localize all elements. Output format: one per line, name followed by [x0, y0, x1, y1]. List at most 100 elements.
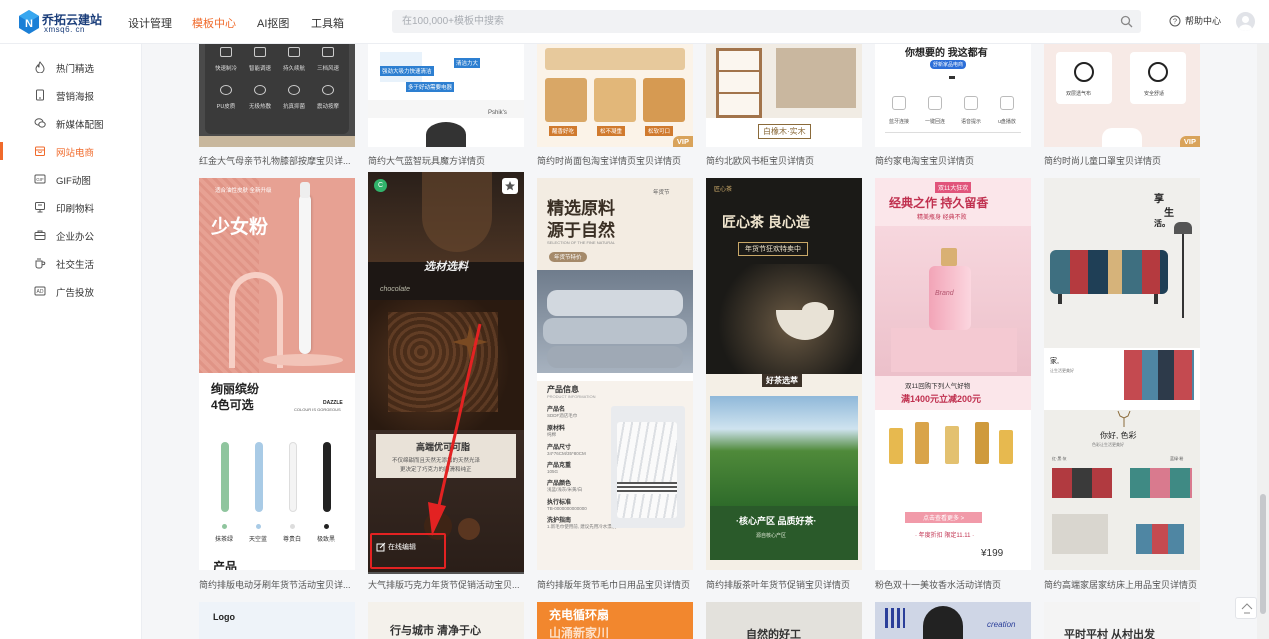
nav-item-label[interactable]: 设计管理	[128, 15, 172, 31]
tea-brand: 匠心茶	[714, 187, 733, 193]
feature-label: 震动按摩	[316, 104, 339, 110]
perfume-price: ¥199	[981, 548, 1004, 559]
template-thumbnail[interactable]: 行与城市 清净于心	[368, 602, 524, 639]
template-thumbnail[interactable]: 匠心茶 匠心茶 良心造 年货节狂欢特卖中 好茶选萃 ·核心产区 品质好茶· 源自…	[706, 178, 862, 570]
template-card[interactable]: 白橡木·实木 简约北欧风书柜宝贝详情页	[706, 44, 862, 169]
perfume-promo-2: 满1400元立减200元	[901, 394, 982, 404]
nav-item-label[interactable]: 模板中心	[192, 15, 236, 31]
template-card[interactable]: 双11大狂欢 经典之作 持久留香 精美瓶身 经典不败 Brand 双11回购下列…	[875, 178, 1031, 594]
template-thumbnail[interactable]: 自然的好工	[706, 602, 862, 639]
template-grid: 快速制冷 智能调速 持久续航 三档风速 PU皮质 无极热敷 抗真抑菌 震动按摩 …	[142, 44, 1257, 639]
template-card[interactable]: 行与城市 清净于心	[368, 602, 524, 639]
template-title[interactable]: 大气排版巧克力年货节促销活动宝贝...	[368, 578, 524, 591]
sidebar-item-hot[interactable]: 热门精选	[0, 56, 142, 78]
template-title[interactable]: 简约排版电动牙刷年货节活动宝贝详...	[199, 578, 355, 591]
search-icon[interactable]	[1120, 15, 1133, 28]
template-title[interactable]: 简约大气蓝智玩具魔方详情页	[368, 154, 524, 167]
template-title[interactable]: 简约排版茶叶年货节促销宝贝详情页	[706, 578, 862, 591]
template-thumbnail[interactable]: 快速制冷 智能调速 持久续航 三档风速 PU皮质 无极热敷 抗真抑菌 震动按摩	[199, 44, 355, 147]
feature-label: 三档风速	[316, 66, 339, 72]
template-title[interactable]: 简约时尚儿童口罩宝贝详情页	[1044, 154, 1200, 167]
sofa-title-1: 享	[1154, 194, 1164, 205]
scrollbar-thumb[interactable]	[1260, 494, 1266, 614]
help-center-link[interactable]: ? 帮助中心	[1169, 14, 1221, 27]
template-title[interactable]: 简约高端家居家纺床上用品宝贝详情页	[1044, 578, 1200, 591]
scrollbar[interactable]	[1257, 44, 1269, 639]
template-card[interactable]: creation	[875, 602, 1031, 639]
online-edit-button[interactable]: 在线编辑	[376, 542, 416, 552]
nav-toolbox[interactable]: 工具箱	[311, 15, 344, 31]
template-thumbnail[interactable]: 醒香好吃 松不凝重 松软可口 VIP	[537, 44, 693, 147]
template-card[interactable]: 平时平村 从村出发	[1044, 602, 1200, 639]
template-card[interactable]: Logo	[199, 602, 355, 639]
toothbrush-side-1: DAZZLE	[323, 400, 343, 406]
template-card[interactable]: 充电循环扇 山涌新家川	[537, 602, 693, 639]
nav-template-center[interactable]: 模板中心	[192, 15, 236, 31]
template-thumbnail[interactable]: 充电循环扇 山涌新家川	[537, 602, 693, 639]
template-card[interactable]: 强劲大吸力快速清洁 清洁力大 多于好动需要电器 Pshik's 简约大气蓝智玩具…	[368, 44, 524, 169]
template-thumbnail[interactable]: 平时平村 从村出发	[1044, 602, 1200, 639]
template-title[interactable]: 简约北欧风书柜宝贝详情页	[706, 154, 862, 167]
feature-label: 无极热敷	[248, 104, 271, 110]
search-bar	[392, 10, 1141, 33]
template-card[interactable]: 自然的好工	[706, 602, 862, 639]
back-to-top-button[interactable]	[1235, 597, 1257, 619]
template-thumbnail[interactable]: 你想要的 我这都有 舒新家品电商 蓝牙连接 一键回连 语音提示 u盘播放	[875, 44, 1031, 147]
template-card[interactable]: 快速制冷 智能调速 持久续航 三档风速 PU皮质 无极热敷 抗真抑菌 震动按摩 …	[199, 44, 355, 169]
template-title[interactable]: 简约时尚面包淘宝详情页宝贝详情页	[537, 154, 693, 167]
edit-icon	[376, 542, 386, 552]
sidebar-item-label: 企业办公	[56, 232, 95, 243]
template-thumbnail[interactable]: 白橡木·实木	[706, 44, 862, 147]
template-thumbnail[interactable]: 享 生 活。 家, 让生活更美好 你好, 色彩 色彩让生活更美好 红·黑·灰 蓝…	[1044, 178, 1200, 570]
search-input[interactable]	[402, 10, 1102, 33]
nav-ai-cutout[interactable]: AI抠图	[257, 15, 289, 31]
template-title[interactable]: 简约排版年货节毛巾日用品宝贝详情页	[537, 578, 693, 591]
sidebar-item-ads[interactable]: AD 广告投放	[0, 280, 142, 302]
favorite-button[interactable]	[502, 178, 518, 194]
feature-label: 快速制冷	[214, 66, 237, 72]
sidebar-item-ecommerce[interactable]: 网站电商	[0, 140, 142, 162]
template-card[interactable]: 享 生 活。 家, 让生活更美好 你好, 色彩 色彩让生活更美好 红·黑·灰 蓝…	[1044, 178, 1200, 594]
template-card-hovered[interactable]: C 选材选料 chocolate 高端优可可脂 不仅绵甜而且天然无添加的天然光泽…	[368, 172, 524, 594]
template-thumbnail[interactable]: 双11大狂欢 经典之作 持久留香 精美瓶身 经典不败 Brand 双11回购下列…	[875, 178, 1031, 570]
template-card[interactable]: 匠心茶 匠心茶 良心造 年货节狂欢特卖中 好茶选萃 ·核心产区 品质好茶· 源自…	[706, 178, 862, 594]
nav-item-label[interactable]: AI抠图	[257, 15, 289, 31]
sidebar-item-print[interactable]: 印刷物料	[0, 196, 142, 218]
template-card[interactable]: 你想要的 我这都有 舒新家品电商 蓝牙连接 一键回连 语音提示 u盘播放 简约家…	[875, 44, 1031, 169]
template-thumbnail[interactable]: Logo	[199, 602, 355, 639]
template-thumbnail[interactable]: C 选材选料 chocolate 高端优可可脂 不仅绵甜而且天然无添加的天然光泽…	[368, 172, 524, 574]
vip-badge: VIP	[672, 136, 693, 147]
template-card[interactable]: 适合油性皮肤 全新升级 少女粉 绚丽缤纷 4色可选 DAZZLE COLOUR …	[199, 178, 355, 594]
logo[interactable]: N 乔拓云建站 xmsq6. cn	[18, 9, 118, 35]
toy-brand: Pshik's	[488, 110, 507, 116]
sidebar-item-gif[interactable]: GIF GIF动图	[0, 168, 142, 190]
nav-design-manage[interactable]: 设计管理	[128, 15, 172, 31]
template-card[interactable]: 年货节 精选原料 源于自然 SELECTION OF THE FINE NATU…	[537, 178, 693, 594]
store-icon	[35, 146, 45, 156]
row3-text: 自然的好工	[746, 629, 801, 639]
user-icon	[1239, 16, 1252, 31]
template-title[interactable]: 粉色双十一美妆香水活动详情页	[875, 578, 1031, 591]
sofa-sub-1: 家,	[1050, 358, 1059, 365]
template-thumbnail[interactable]: 强劲大吸力快速清洁 清洁力大 多于好动需要电器 Pshik's	[368, 44, 524, 147]
sidebar-item-social-life[interactable]: 社交生活	[0, 252, 142, 274]
template-thumbnail[interactable]: 双层透气布 安全舒适 VIP	[1044, 44, 1200, 147]
avatar[interactable]	[1236, 12, 1255, 31]
template-card[interactable]: 醒香好吃 松不凝重 松软可口 VIP 简约时尚面包淘宝详情页宝贝详情页	[537, 44, 693, 169]
color-option: 尊贵白	[283, 537, 302, 543]
template-thumbnail[interactable]: 适合油性皮肤 全新升级 少女粉 绚丽缤纷 4色可选 DAZZLE COLOUR …	[199, 178, 355, 570]
template-thumbnail[interactable]: 年货节 精选原料 源于自然 SELECTION OF THE FINE NATU…	[537, 178, 693, 570]
mask-feature: 安全舒适	[1144, 91, 1165, 97]
sidebar-item-poster[interactable]: 营销海报	[0, 84, 142, 106]
row3-text: 平时平村 从村出发	[1064, 629, 1156, 639]
sidebar-item-office[interactable]: 企业办公	[0, 224, 142, 246]
bread-tag: 松软可口	[645, 126, 674, 136]
template-thumbnail[interactable]: creation	[875, 602, 1031, 639]
nav-item-label[interactable]: 工具箱	[311, 15, 344, 31]
template-title[interactable]: 红金大气母亲节礼物膝部按摩宝贝详...	[199, 154, 355, 167]
template-title[interactable]: 简约家电淘宝宝贝详情页	[875, 154, 1031, 167]
template-card[interactable]: 双层透气布 安全舒适 VIP 简约时尚儿童口罩宝贝详情页	[1044, 44, 1200, 169]
house-top-icon	[1241, 603, 1253, 614]
sidebar-item-social-media[interactable]: 新媒体配图	[0, 112, 142, 134]
logo-mark-icon: N	[19, 10, 39, 34]
